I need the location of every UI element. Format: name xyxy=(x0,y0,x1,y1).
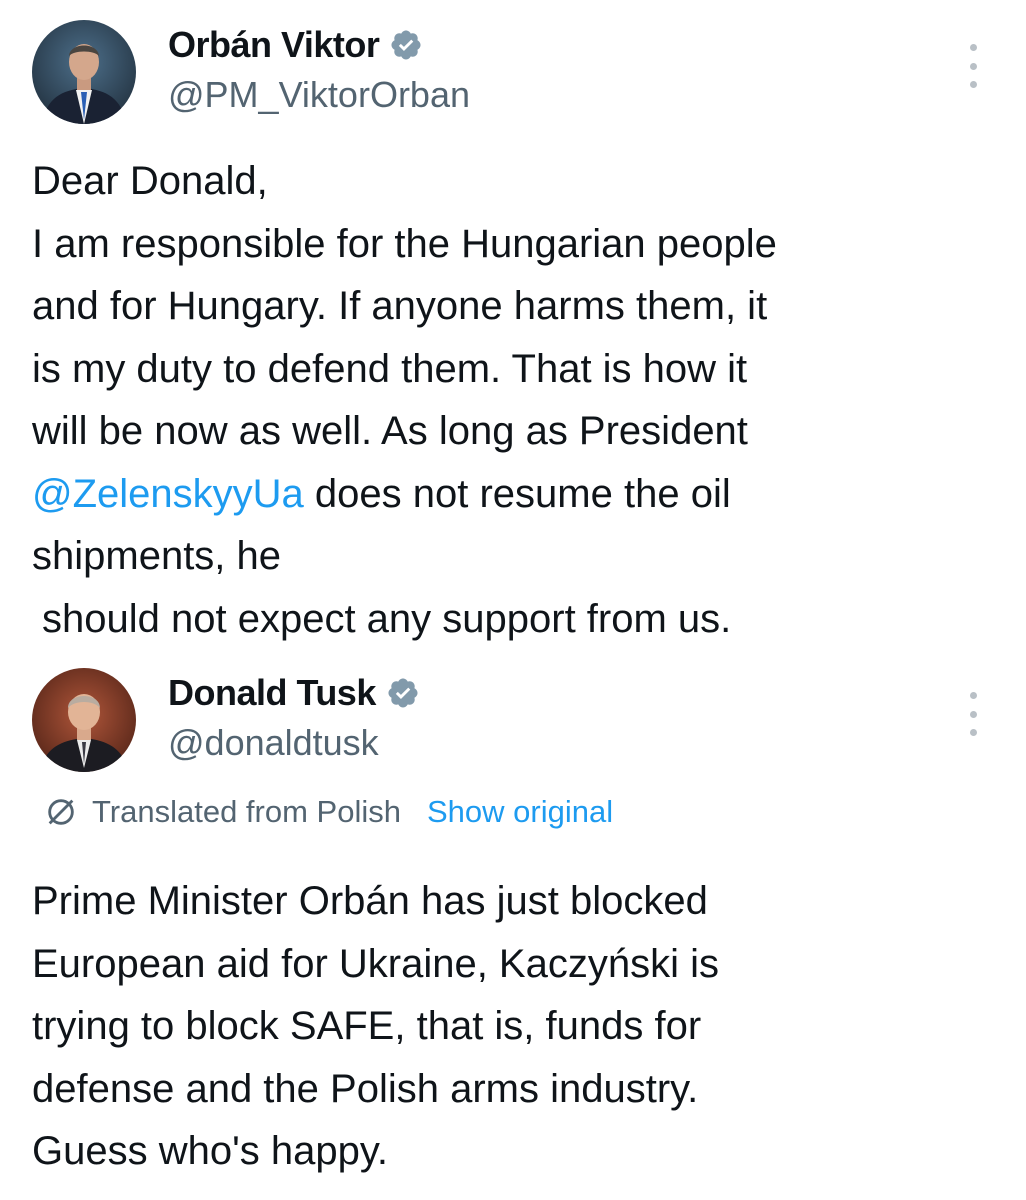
verified-badge-icon xyxy=(388,678,418,708)
mention-link[interactable]: @ZelenskyyUa xyxy=(32,472,304,516)
avatar-orban[interactable] xyxy=(32,20,136,124)
tweet-text-line: should not expect any support from us. xyxy=(42,596,732,641)
tweet-orban[interactable]: Orbán Viktor @PM_ViktorOrban Dear Donald… xyxy=(0,0,1026,660)
tweet-text-line: is my duty to defend them. That is how i… xyxy=(32,346,748,391)
tweet-text-line: trying to block SAFE, that is, funds for xyxy=(32,1004,702,1048)
tweet-tusk[interactable]: Donald Tusk @donaldtusk Translated from … xyxy=(0,660,1026,1200)
tweet-text-line: and for Hungary. If anyone harms them, i… xyxy=(32,284,768,328)
show-original-link[interactable]: Show original xyxy=(427,794,613,830)
translate-icon xyxy=(48,799,74,825)
user-handle[interactable]: @donaldtusk xyxy=(168,722,379,764)
tweet-text-line: Dear Donald, xyxy=(32,159,268,203)
avatar-tusk[interactable] xyxy=(32,668,136,772)
more-options-icon[interactable] xyxy=(960,692,986,736)
tweet-text-line: will be now as well. As long as Presiden… xyxy=(32,409,748,453)
tweet-text-line: Guess who's happy. xyxy=(32,1129,388,1173)
tweet-text: Dear Donald, I am responsible for the Hu… xyxy=(32,150,992,650)
tweet-text-line: I am responsible for the Hungarian peopl… xyxy=(32,221,777,266)
translation-notice: Translated from Polish Show original xyxy=(44,794,613,830)
author-name-row[interactable]: Orbán Viktor xyxy=(168,24,423,66)
display-name[interactable]: Orbán Viktor xyxy=(168,24,380,66)
tweet-text-fragment: does not resume the oil xyxy=(303,471,731,516)
tweet-text-line: @ZelenskyyUa does not resume the oil xyxy=(32,463,992,526)
tweet-text-line: shipments, he xyxy=(32,534,282,578)
user-handle[interactable]: @PM_ViktorOrban xyxy=(168,74,470,116)
tweet-text-line: Prime Minister Orbán has just blocked xyxy=(32,879,708,923)
tweet-text: Prime Minister Orbán has just blocked Eu… xyxy=(32,870,992,1183)
display-name[interactable]: Donald Tusk xyxy=(168,672,376,714)
tweet-text-line: European aid for Ukraine, Kaczyński is xyxy=(32,941,719,986)
tweet-text-line: defense and the Polish arms industry. xyxy=(32,1066,699,1111)
author-name-row[interactable]: Donald Tusk xyxy=(168,672,420,714)
translated-label: Translated from Polish xyxy=(92,794,401,829)
more-options-icon[interactable] xyxy=(960,44,986,88)
verified-badge-icon xyxy=(391,30,421,60)
